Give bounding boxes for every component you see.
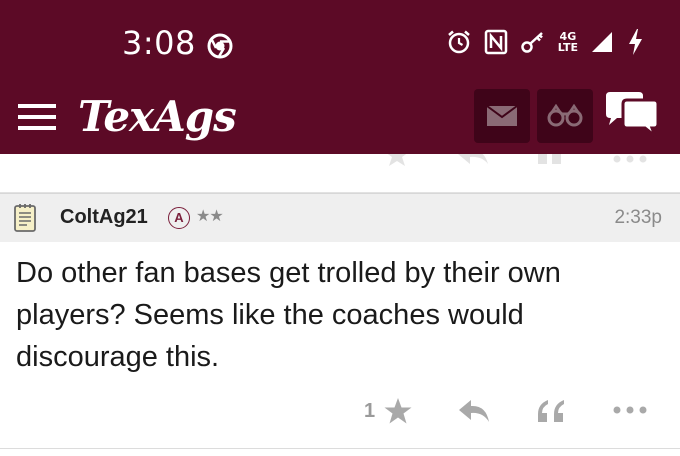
chrome-icon: [207, 33, 233, 59]
network-label-bottom: LTE: [557, 41, 578, 54]
brand-logo[interactable]: TexAgs: [78, 92, 237, 141]
signal-icon: [592, 32, 612, 52]
menu-icon[interactable]: [16, 98, 58, 136]
star-icon[interactable]: [384, 154, 410, 166]
post-actions: 1: [0, 392, 680, 432]
post-header: ColtAg21 A ★★ 2:33p: [0, 193, 680, 242]
binoculars-icon: [547, 104, 583, 127]
battery-charging-icon: [629, 29, 642, 55]
previous-post-actions: [0, 154, 680, 193]
user-badge: A: [168, 207, 190, 229]
more-icon[interactable]: [612, 154, 648, 164]
reply-icon[interactable]: [458, 154, 488, 164]
key-icon: [521, 32, 543, 53]
network-type: 4G LTE: [558, 31, 578, 53]
mail-button[interactable]: [474, 89, 530, 143]
nfc-icon: [484, 29, 508, 55]
mail-icon: [486, 105, 518, 126]
post-timestamp: 2:33p: [614, 207, 662, 228]
user-rank-stars: ★★: [196, 206, 224, 225]
more-icon[interactable]: [612, 402, 648, 418]
post-divider: [0, 448, 680, 449]
quote-icon[interactable]: [536, 154, 564, 164]
alarm-icon: [447, 30, 470, 54]
watchlist-button[interactable]: [537, 89, 593, 143]
star-count: 1: [364, 400, 376, 422]
quote-icon[interactable]: [536, 398, 566, 424]
reply-icon[interactable]: [458, 398, 490, 424]
document-icon: [14, 204, 36, 232]
post-username[interactable]: ColtAg21: [60, 206, 148, 229]
post-body: Do other fan bases get trolled by their …: [16, 257, 561, 373]
status-bar: 3:08 4G LTE: [0, 0, 680, 86]
status-icons: 4G LTE: [446, 28, 644, 56]
app-bar: TexAgs: [0, 86, 680, 154]
chat-icon[interactable]: [603, 90, 661, 142]
star-icon[interactable]: [384, 398, 412, 424]
status-time: 3:08: [122, 24, 196, 62]
